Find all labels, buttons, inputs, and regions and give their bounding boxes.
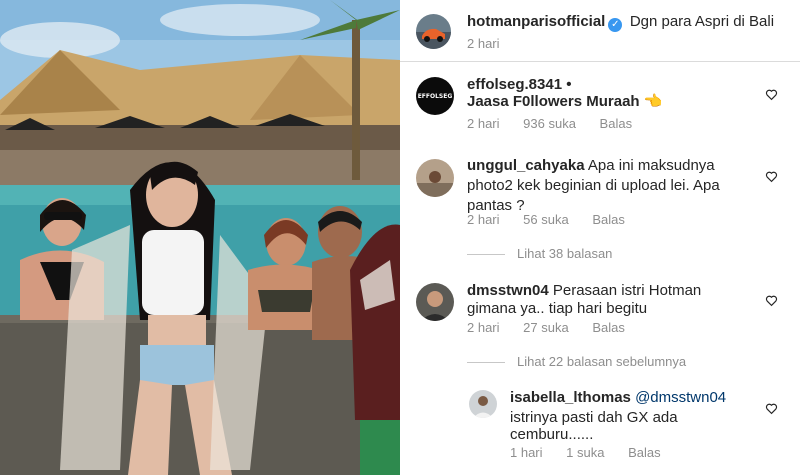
author-username[interactable]: hotmanparisofficial [467, 13, 605, 30]
comment-time[interactable]: 2 hari [467, 320, 500, 335]
verified-badge-icon: ✓ [608, 18, 623, 32]
reply-text-line2: cemburu...... [510, 426, 594, 443]
heart-outline-icon[interactable] [765, 170, 778, 183]
heart-outline-icon[interactable] [765, 88, 778, 101]
username-separator: • [562, 76, 572, 93]
view-replies-label: Lihat 38 balasan [517, 246, 613, 261]
comment-likes[interactable]: 56 suka [523, 212, 569, 227]
post-caption: Dgn para Aspri di Bali [629, 13, 775, 30]
commenter-avatar[interactable]: EFFOLSEG [416, 77, 454, 115]
comment-text-line1: Perasaan istri Hotman [552, 282, 702, 299]
reply-button[interactable]: Balas [592, 320, 625, 335]
comment-likes[interactable]: 936 suka [523, 116, 576, 131]
reply-likes[interactable]: 1 suka [566, 445, 604, 460]
commenter-avatar[interactable] [416, 283, 454, 321]
heart-outline-icon[interactable] [765, 402, 778, 415]
reply-mention[interactable]: @dmsstwn04 [635, 389, 726, 406]
comment-text: Jaasa F0llowers Muraah 👈 [467, 93, 663, 110]
reply-button[interactable]: Balas [628, 445, 661, 460]
view-replies-button[interactable]: Lihat 38 balasan [467, 246, 612, 261]
commenter-avatar[interactable] [416, 159, 454, 197]
comment-text-line2: photo2 kek beginian di upload lei. Apa [467, 177, 720, 194]
comments-panel: hotmanparisofficial ✓ Dgn para Aspri di B… [400, 0, 800, 475]
replier-avatar[interactable] [469, 390, 497, 418]
comment-text-line1: Apa ini maksudnya [587, 157, 715, 174]
reply-time[interactable]: 1 hari [510, 445, 543, 460]
heart-outline-icon[interactable] [765, 294, 778, 307]
view-replies-button[interactable]: Lihat 22 balasan sebelumnya [467, 354, 686, 369]
comment-text-line2: gimana ya.. tiap hari begitu [467, 300, 648, 317]
post-time[interactable]: 2 hari [467, 36, 500, 51]
commenter-username[interactable]: effolseg.8341 [467, 76, 562, 93]
comment-time[interactable]: 2 hari [467, 212, 500, 227]
author-avatar[interactable] [416, 14, 451, 49]
comment-time[interactable]: 2 hari [467, 116, 500, 131]
replies-divider [467, 362, 505, 364]
commenter-username[interactable]: dmsstwn04 [467, 282, 549, 299]
post-photo [0, 0, 400, 475]
reply-button[interactable]: Balas [592, 212, 625, 227]
svg-text:EFFOLSEG: EFFOLSEG [418, 93, 453, 100]
comment-likes[interactable]: 27 suka [523, 320, 569, 335]
post-header: hotmanparisofficial ✓ Dgn para Aspri di B… [400, 0, 800, 62]
reply-button[interactable]: Balas [600, 116, 633, 131]
replies-divider [467, 254, 505, 256]
view-replies-label: Lihat 22 balasan sebelumnya [517, 354, 687, 369]
replier-username[interactable]: isabella_lthomas [510, 389, 631, 406]
commenter-username[interactable]: unggul_cahyaka [467, 157, 585, 174]
